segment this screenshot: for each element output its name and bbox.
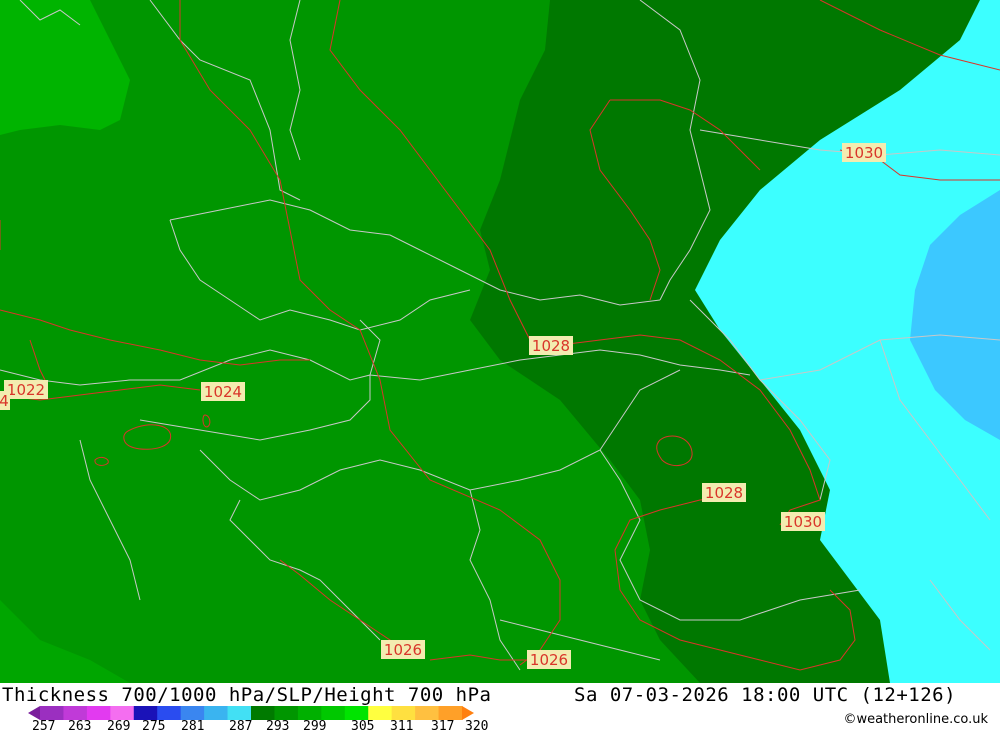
legend-tick-label: 257: [32, 719, 56, 734]
isobar-label: 1028: [702, 483, 746, 502]
isobar-label: 1030: [842, 143, 886, 162]
legend-tick-label: 311: [390, 719, 414, 734]
isobar-label: 1024: [201, 382, 245, 401]
legend-swatch: [157, 706, 182, 720]
legend-swatch: [63, 706, 88, 720]
isobar-label: 4: [0, 391, 10, 410]
map-timestamp: Sa 07-03-2026 18:00 UTC (12+126): [574, 684, 957, 706]
legend-swatch: [110, 706, 135, 720]
legend-swatch: [415, 706, 440, 720]
legend-swatch: [368, 706, 393, 720]
legend-tick-label: 263: [68, 719, 92, 734]
legend-tick-label: 320: [465, 719, 489, 734]
legend-tick-label: 287: [229, 719, 253, 734]
legend-swatch: [321, 706, 346, 720]
legend-swatch: [86, 706, 111, 720]
isobar-label: 1028: [529, 336, 573, 355]
weather-map: 1030 1028 1022 1024 1028 1030 1026 1026 …: [0, 0, 1000, 683]
legend-tick-label: 275: [142, 719, 166, 734]
svg-text:1026: 1026: [530, 651, 568, 669]
isobar-label: 1026: [527, 650, 571, 669]
legend-tick-label: 281: [181, 719, 205, 734]
legend-swatch: [391, 706, 416, 720]
legend-swatch: [297, 706, 322, 720]
legend-swatch: [227, 706, 252, 720]
legend-swatch: [180, 706, 205, 720]
legend-tick-label: 305: [351, 719, 375, 734]
color-legend: [28, 706, 474, 720]
legend-tick-label: 269: [107, 719, 131, 734]
legend-tick-label: 299: [303, 719, 327, 734]
svg-text:1028: 1028: [532, 337, 570, 355]
isobar-label: 1026: [381, 640, 425, 659]
legend-tick-label: 293: [266, 719, 290, 734]
legend-swatch: [438, 706, 463, 720]
svg-text:1026: 1026: [384, 641, 422, 659]
svg-text:1024: 1024: [204, 383, 242, 401]
svg-text:1028: 1028: [705, 484, 743, 502]
svg-text:4: 4: [0, 392, 9, 410]
svg-text:1030: 1030: [784, 513, 822, 531]
legend-swatch: [274, 706, 299, 720]
legend-swatch: [204, 706, 229, 720]
legend-swatch: [40, 706, 65, 720]
svg-text:1030: 1030: [845, 144, 883, 162]
legend-tick-label: 317: [431, 719, 455, 734]
legend-arrow-low: [28, 706, 40, 720]
isobar-label: 1030: [781, 512, 825, 531]
isobar-label: 1022: [4, 380, 48, 399]
map-title: Thickness 700/1000 hPa/SLP/Height 700 hP…: [2, 684, 492, 706]
legend-swatch: [251, 706, 276, 720]
legend-arrow-high: [462, 706, 474, 720]
legend-swatch: [344, 706, 369, 720]
legend-swatch: [133, 706, 158, 720]
credit-text: ©weatheronline.co.uk: [843, 712, 988, 727]
svg-text:1022: 1022: [7, 381, 45, 399]
